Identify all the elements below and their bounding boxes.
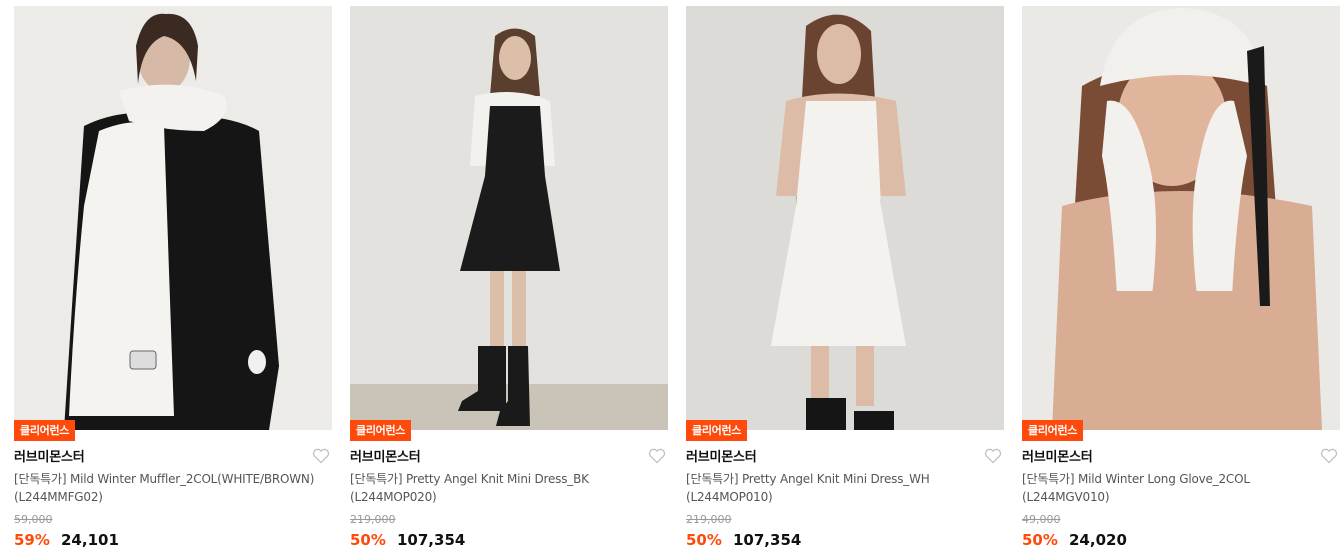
product-name[interactable]: [단독특가] Pretty Angel Knit Mini Dress_BK (… [350, 470, 668, 506]
product-photo-black-dress [350, 6, 668, 430]
original-price: 219,000 [686, 513, 732, 526]
product-photo-muffler [14, 6, 332, 430]
original-price: 59,000 [14, 513, 53, 526]
product-card[interactable]: 클리어런스 러브미몬스터 [단독특가] Pretty Angel Knit Mi… [350, 6, 668, 559]
discount-rate: 50% [686, 531, 722, 549]
brand-name[interactable]: 러브미몬스터 [14, 450, 85, 465]
discount-rate: 50% [1022, 531, 1058, 549]
product-name[interactable]: [단독특가] Mild Winter Muffler_2COL(WHITE/BR… [14, 470, 332, 506]
brand-row: 러브미몬스터 [350, 446, 668, 466]
price-row: 50% 107,354 [350, 530, 465, 550]
product-card[interactable]: 클리어런스 러브미몬스터 [단독특가] Mild Winter Muffler_… [14, 6, 332, 559]
heart-icon[interactable] [648, 448, 666, 464]
clearance-badge: 클리어런스 [1022, 420, 1084, 441]
sale-price: 24,020 [1069, 531, 1127, 549]
price-row: 50% 107,354 [686, 530, 801, 550]
sale-price: 107,354 [397, 531, 466, 549]
product-name[interactable]: [단독특가] Mild Winter Long Glove_2COL (L244… [1022, 470, 1340, 506]
clearance-badge: 클리어런스 [14, 420, 76, 441]
clearance-badge: 클리어런스 [686, 420, 748, 441]
heart-icon[interactable] [984, 448, 1002, 464]
heart-icon[interactable] [1320, 448, 1338, 464]
price-row: 59% 24,101 [14, 530, 119, 550]
brand-name[interactable]: 러브미몬스터 [686, 450, 757, 465]
original-price: 219,000 [350, 513, 396, 526]
product-grid: 클리어런스 러브미몬스터 [단독특가] Mild Winter Muffler_… [0, 0, 1343, 559]
heart-icon[interactable] [312, 448, 330, 464]
discount-rate: 50% [350, 531, 386, 549]
product-name[interactable]: [단독특가] Pretty Angel Knit Mini Dress_WH (… [686, 470, 1004, 506]
brand-row: 러브미몬스터 [686, 446, 1004, 466]
brand-row: 러브미몬스터 [1022, 446, 1340, 466]
discount-rate: 59% [14, 531, 50, 549]
product-card[interactable]: 클리어런스 러브미몬스터 [단독특가] Pretty Angel Knit Mi… [686, 6, 1004, 559]
brand-name[interactable]: 러브미몬스터 [1022, 450, 1093, 465]
product-photo-white-dress [686, 6, 1004, 430]
brand-name[interactable]: 러브미몬스터 [350, 450, 421, 465]
clearance-badge: 클리어런스 [350, 420, 412, 441]
price-row: 50% 24,020 [1022, 530, 1127, 550]
product-card[interactable]: 클리어런스 러브미몬스터 [단독특가] Mild Winter Long Glo… [1022, 6, 1340, 559]
product-image[interactable] [686, 6, 1004, 430]
product-photo-glove [1022, 6, 1340, 430]
sale-price: 107,354 [733, 531, 802, 549]
product-image[interactable] [1022, 6, 1340, 430]
original-price: 49,000 [1022, 513, 1061, 526]
product-image[interactable] [14, 6, 332, 430]
product-image[interactable] [350, 6, 668, 430]
sale-price: 24,101 [61, 531, 119, 549]
brand-row: 러브미몬스터 [14, 446, 332, 466]
